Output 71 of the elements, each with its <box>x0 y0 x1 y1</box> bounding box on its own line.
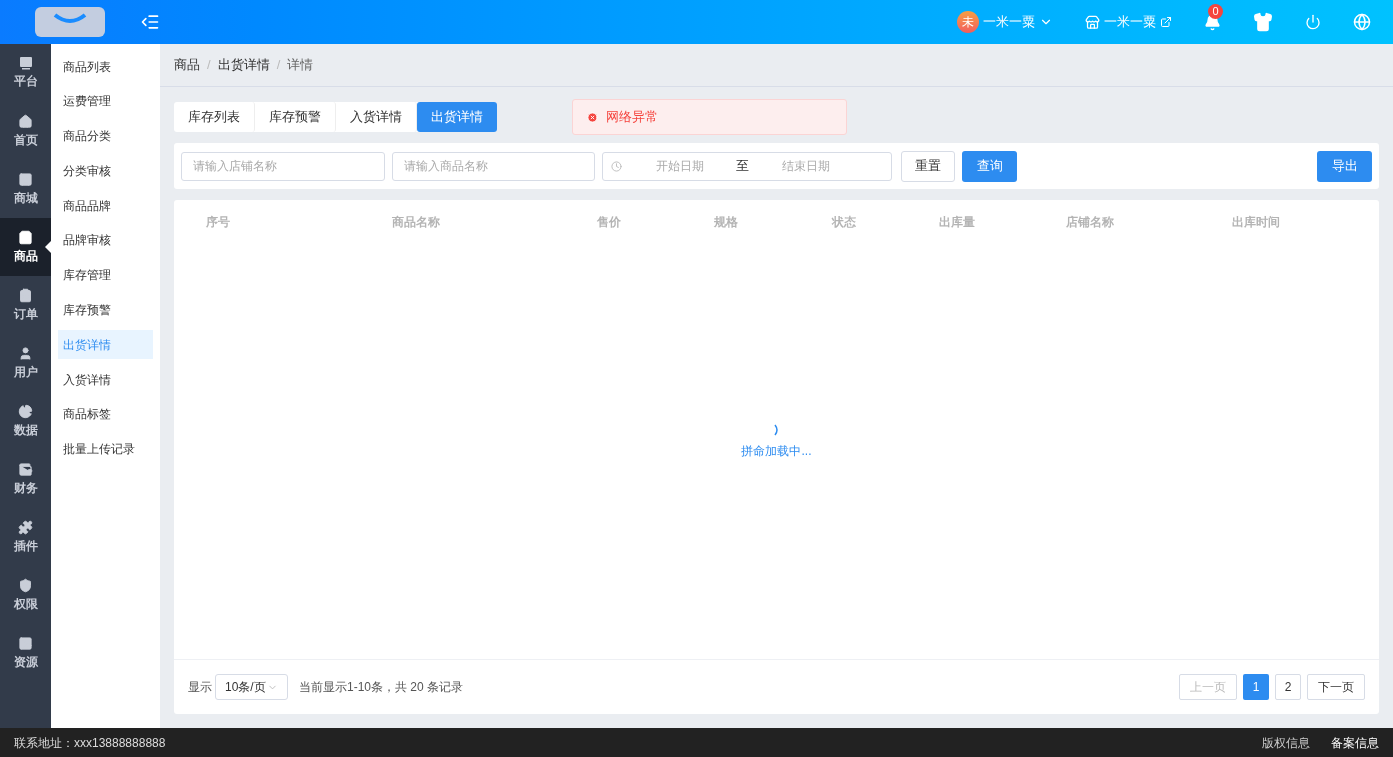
rail-item[interactable]: 商品 <box>0 218 51 276</box>
external-link-icon[interactable] <box>1160 16 1172 28</box>
loading-text: 拼命加载中... <box>741 442 812 460</box>
footer-link[interactable]: 备案信息 <box>1331 733 1379 752</box>
contact-address: 联系地址：xxx13888888888 <box>14 734 166 752</box>
rail-item[interactable]: 用户 <box>0 334 51 392</box>
tab[interactable]: 库存列表 <box>174 102 255 132</box>
globe-icon[interactable] <box>1353 13 1371 31</box>
submenu-item[interactable]: 运费管理 <box>58 86 153 116</box>
record-summary: 当前显示1-10条，共 20 条记录 <box>299 679 464 696</box>
column-header: 商品名称 <box>391 214 441 231</box>
rail-item[interactable]: 订单 <box>0 276 51 334</box>
column-header: 状态 <box>831 214 857 231</box>
pie-chart-icon <box>18 403 33 419</box>
breadcrumb-item[interactable]: 商品 <box>174 55 200 75</box>
end-date-placeholder: 结束日期 <box>782 158 830 175</box>
start-date-placeholder: 开始日期 <box>656 158 705 175</box>
error-icon <box>587 111 598 123</box>
rail-item[interactable]: 插件 <box>0 508 51 566</box>
submenu-item[interactable]: 商品列表 <box>58 52 153 81</box>
user-icon <box>18 345 33 361</box>
shirt-icon[interactable] <box>1253 12 1273 32</box>
next-page-button[interactable]: 下一页 <box>1307 674 1365 700</box>
reset-button[interactable]: 重置 <box>901 150 955 182</box>
column-header: 出库量 <box>939 214 977 231</box>
tab[interactable]: 库存预警 <box>255 102 336 132</box>
submenu-item[interactable]: 库存管理 <box>58 260 153 290</box>
clock-icon <box>611 160 622 172</box>
page-size-select[interactable]: 10条/页 <box>215 674 288 700</box>
column-header: 店铺名称 <box>1066 214 1116 231</box>
power-icon[interactable] <box>1305 14 1321 30</box>
breadcrumb-item: 详情 <box>287 56 314 75</box>
product-name-input[interactable]: 请输入商品名称 <box>392 151 595 181</box>
menu-collapse-icon[interactable] <box>140 12 160 32</box>
alert-message: 网络异常 <box>606 108 658 127</box>
rail-item[interactable]: 财务 <box>0 450 51 508</box>
footer-link[interactable]: 版权信息 <box>1262 733 1310 752</box>
column-header: 出库时间 <box>1232 214 1282 231</box>
column-header: 规格 <box>714 214 740 231</box>
store-icon[interactable] <box>1085 14 1100 30</box>
page-size-label: 显示 <box>188 679 212 696</box>
submenu-item[interactable]: 批量上传记录 <box>58 434 153 464</box>
shield-icon <box>18 577 33 593</box>
rail-item[interactable]: 商城 <box>0 160 51 218</box>
column-header: 序号 <box>206 214 231 231</box>
notification-badge: 0 <box>1208 3 1223 19</box>
shop-name-input[interactable]: 请输入店铺名称 <box>181 151 385 181</box>
rail-item[interactable]: 资源 <box>0 624 51 682</box>
date-range-field[interactable]: 开始日期 至 结束日期 <box>602 151 892 181</box>
breadcrumb-separator: / <box>207 56 211 75</box>
submenu-item[interactable]: 商品品牌 <box>58 191 153 221</box>
breadcrumb-separator: / <box>276 56 281 75</box>
submenu-item[interactable]: 入货详情 <box>58 365 153 395</box>
puzzle-icon <box>18 519 33 535</box>
rail-item[interactable]: 平台 <box>0 44 51 102</box>
wallet-icon <box>18 461 33 477</box>
rail-item[interactable]: 首页 <box>0 102 51 160</box>
home-icon <box>18 113 33 129</box>
breadcrumb-item[interactable]: 出货详情 <box>217 55 270 75</box>
rail-item[interactable]: 数据 <box>0 392 51 450</box>
column-header: 售价 <box>597 214 622 231</box>
submenu-item[interactable]: 分类审核 <box>58 156 153 186</box>
loading-spinner-icon <box>773 423 780 436</box>
range-separator: 至 <box>736 157 749 176</box>
submenu-item[interactable]: 品牌审核 <box>58 226 153 255</box>
page-button[interactable]: 2 <box>1275 674 1301 700</box>
logo-icon <box>33 5 107 39</box>
rail-item[interactable]: 权限 <box>0 566 51 624</box>
submenu-item[interactable]: 商品标签 <box>58 399 153 429</box>
submenu-item[interactable]: 库存预警 <box>58 295 153 325</box>
submenu-item[interactable]: 商品分类 <box>58 121 153 151</box>
